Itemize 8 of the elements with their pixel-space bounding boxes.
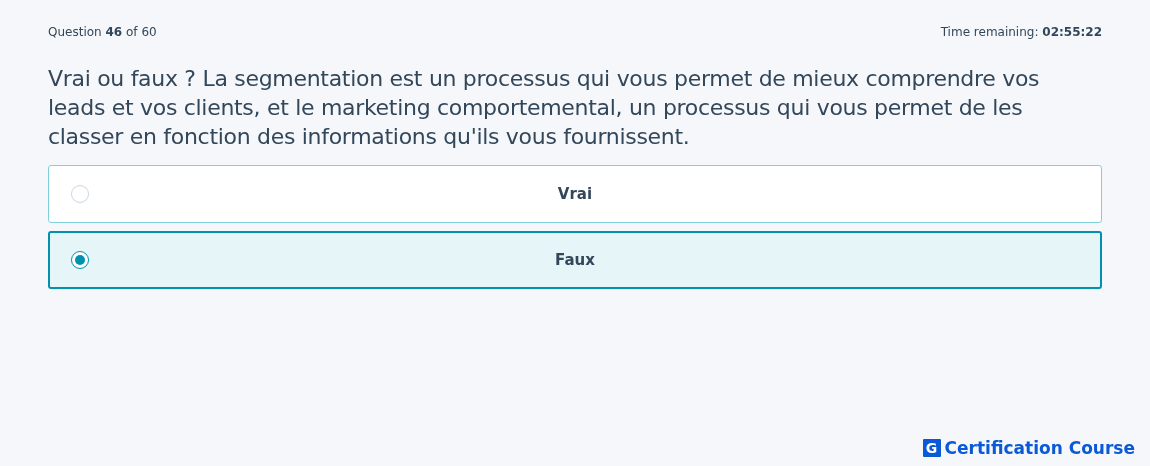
radio-button[interactable] (71, 251, 89, 269)
question-counter: Question 46 of 60 (48, 25, 157, 39)
time-remaining: Time remaining: 02:55:22 (940, 25, 1102, 39)
question-text: Vrai ou faux ? La segmentation est un processus qui vous permet de mieux comprendre vos leads et vos clients, et le marketing comportemental, un processus qui vous permet de les classer en fonction des informations qu'ils vous fournissent. (48, 65, 1041, 151)
answer-option[interactable]: Faux (48, 231, 1102, 289)
answer-option[interactable]: Vrai (48, 165, 1102, 223)
logo-text: Certification Course (944, 438, 1135, 458)
logo-mark: G (922, 439, 941, 457)
